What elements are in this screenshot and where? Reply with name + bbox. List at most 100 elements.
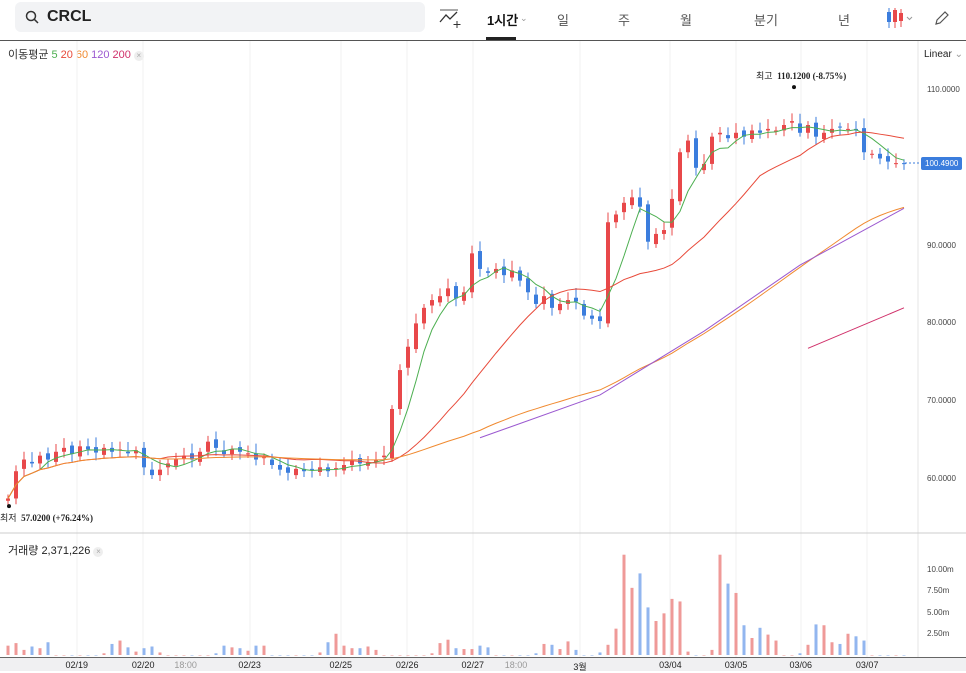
volume-bar bbox=[782, 655, 786, 656]
volume-bar bbox=[854, 636, 858, 655]
ma200-line bbox=[807, 307, 905, 349]
time-tick: 3월 bbox=[573, 662, 587, 672]
volume-bar bbox=[286, 655, 290, 656]
volume-bar bbox=[398, 655, 402, 656]
volume-bar bbox=[606, 644, 610, 655]
close-icon[interactable]: × bbox=[93, 547, 104, 557]
candle-body bbox=[614, 214, 618, 223]
time-tick: 02/25 bbox=[329, 660, 353, 670]
volume-bar bbox=[414, 655, 418, 656]
volume-bar bbox=[470, 649, 474, 655]
time-tick: 03/06 bbox=[789, 660, 813, 670]
volume-bar bbox=[734, 592, 738, 655]
volume-bar bbox=[486, 647, 490, 655]
candle-body bbox=[406, 346, 410, 368]
candle-body bbox=[686, 140, 690, 153]
volume-bar bbox=[654, 621, 658, 655]
volume-bar bbox=[46, 642, 50, 655]
volume-tick: 10.00m bbox=[927, 565, 954, 574]
volume-bar bbox=[614, 628, 618, 655]
high-marker bbox=[792, 85, 796, 90]
volume-bar bbox=[558, 649, 562, 655]
price-tick: 110.0000 bbox=[927, 85, 960, 94]
volume-bar bbox=[742, 625, 746, 655]
candle-body bbox=[286, 467, 290, 473]
volume-bar bbox=[342, 645, 346, 655]
candle-body bbox=[70, 445, 74, 455]
volume-bar bbox=[830, 642, 834, 655]
candle-body bbox=[246, 453, 250, 455]
volume-bar bbox=[206, 655, 210, 656]
time-tick: 18:00 bbox=[174, 660, 197, 670]
volume-bar bbox=[102, 653, 106, 655]
volume-bar bbox=[230, 647, 234, 655]
volume-bar bbox=[38, 648, 42, 655]
price-tick: 90.0000 bbox=[927, 240, 956, 250]
volume-bar bbox=[374, 649, 378, 655]
price-tick: 60.0000 bbox=[927, 474, 956, 483]
volume-bar bbox=[182, 655, 186, 656]
volume-bar bbox=[630, 587, 634, 655]
volume-bar bbox=[278, 655, 282, 656]
candle-body bbox=[294, 468, 298, 476]
volume-bar bbox=[766, 634, 770, 655]
volume-bar bbox=[86, 655, 90, 656]
volume-bar bbox=[670, 598, 674, 655]
volume-bar bbox=[198, 655, 202, 656]
volume-bar bbox=[318, 652, 322, 655]
volume-bar bbox=[238, 648, 242, 655]
volume-bar bbox=[190, 655, 194, 656]
price-chart[interactable] bbox=[0, 0, 966, 657]
volume-bar bbox=[550, 644, 554, 655]
volume-bar bbox=[294, 655, 298, 656]
candle-body bbox=[62, 447, 66, 452]
volume-bar bbox=[446, 639, 450, 655]
volume-bar bbox=[142, 648, 146, 655]
volume-bar bbox=[358, 648, 362, 655]
candle-body bbox=[718, 132, 722, 135]
volume-bar bbox=[726, 583, 730, 655]
volume-legend: 거래량 2,371,226 × bbox=[8, 542, 104, 558]
volume-bar bbox=[134, 651, 138, 655]
volume-bar bbox=[862, 640, 866, 655]
candle-body bbox=[30, 461, 34, 464]
volume-bar bbox=[718, 554, 722, 655]
high-label: 최고 bbox=[756, 71, 773, 81]
candle-body bbox=[710, 136, 714, 164]
time-tick: 02/19 bbox=[65, 660, 89, 670]
volume-bar bbox=[758, 627, 762, 655]
volume-bar bbox=[462, 649, 466, 655]
candle-body bbox=[478, 251, 482, 269]
volume-bar bbox=[902, 655, 906, 656]
time-tick: 02/23 bbox=[238, 660, 261, 670]
candle-body bbox=[174, 458, 178, 466]
candle-body bbox=[158, 469, 162, 476]
volume-bar bbox=[334, 633, 338, 655]
time-tick: 03/05 bbox=[724, 660, 748, 670]
candle-body bbox=[310, 468, 314, 470]
volume-bar bbox=[510, 655, 514, 656]
volume-bar bbox=[494, 655, 498, 656]
volume-bar bbox=[326, 642, 330, 655]
candle-body bbox=[46, 453, 50, 460]
volume-bar bbox=[270, 655, 274, 656]
volume-bar bbox=[518, 655, 522, 656]
candle-body bbox=[446, 288, 450, 297]
candle-body bbox=[894, 163, 898, 165]
candle-body bbox=[230, 449, 234, 455]
high-annotation: 최고 110.1200 (-8.75%) bbox=[756, 69, 846, 82]
time-axis[interactable]: 02/19 02/20 18:00 02/23 02/25 02/26 02/27 18:00… bbox=[0, 657, 966, 672]
volume-bar bbox=[710, 649, 714, 655]
candle-body bbox=[622, 202, 626, 213]
candle-body bbox=[454, 286, 458, 299]
candle-body bbox=[150, 469, 154, 476]
volume-tick: 5.00m bbox=[927, 607, 950, 617]
candle-body bbox=[662, 230, 666, 234]
candle-body bbox=[214, 439, 218, 448]
candle-body bbox=[806, 125, 810, 133]
ma5-line bbox=[7, 126, 905, 499]
candle-body bbox=[102, 447, 106, 455]
volume-bar bbox=[686, 651, 690, 655]
volume-value: 2,371,226 bbox=[41, 545, 91, 557]
volume-bar bbox=[158, 652, 162, 655]
